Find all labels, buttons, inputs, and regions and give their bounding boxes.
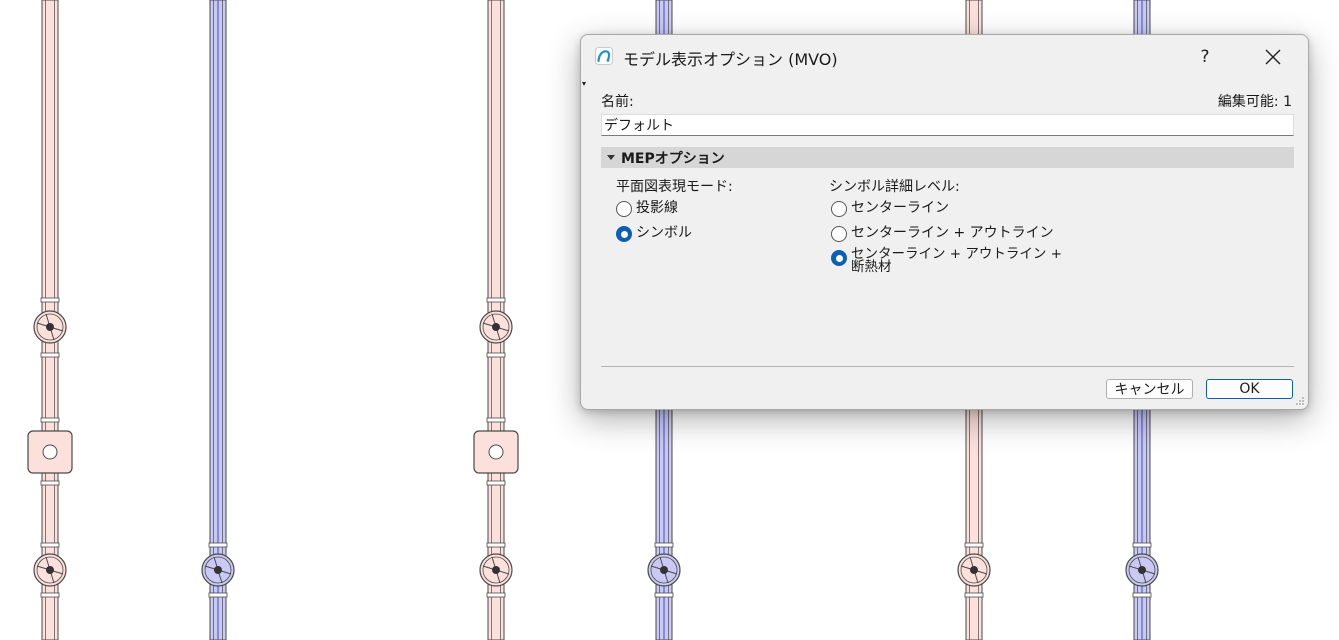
plan-mode-label: 平面図表現モード: xyxy=(616,179,733,195)
symbol-detail-option-outline[interactable]: センターライン + アウトライン xyxy=(831,225,1054,242)
app-logo-icon xyxy=(595,47,613,65)
plan-mode-option-symbol[interactable]: シンボル xyxy=(616,225,692,242)
collapse-marker-icon xyxy=(582,82,586,86)
name-input[interactable] xyxy=(601,114,1294,136)
radio-unchecked-icon[interactable] xyxy=(616,201,632,217)
option-label: センターライン xyxy=(851,200,949,216)
radio-checked-icon[interactable] xyxy=(831,250,847,266)
return-pipe xyxy=(201,0,235,640)
help-button[interactable]: ? xyxy=(1187,41,1223,73)
plan-mode-option-projection[interactable]: 投影線 xyxy=(616,200,678,217)
radio-unchecked-icon[interactable] xyxy=(831,201,847,217)
cancel-button[interactable]: キャンセル xyxy=(1106,379,1193,399)
mep-options-section-header[interactable]: MEPオプション xyxy=(601,147,1294,168)
supply-pipe xyxy=(473,0,519,640)
symbol-detail-label: シンボル詳細レベル: xyxy=(829,179,960,195)
symbol-detail-option-insulation[interactable]: センターライン + アウトライン + 断熱材 xyxy=(831,246,1077,275)
option-label: センターライン + アウトライン xyxy=(851,225,1054,241)
symbol-detail-option-centerline[interactable]: センターライン xyxy=(831,200,949,217)
dialog-title: モデル表示オプション (MVO) xyxy=(623,50,838,69)
option-label: シンボル xyxy=(636,225,692,241)
dialog-titlebar[interactable]: モデル表示オプション (MVO) ? xyxy=(581,35,1308,79)
name-label: 名前: xyxy=(601,94,634,110)
section-title: MEPオプション xyxy=(621,150,725,167)
supply-pipe xyxy=(27,0,73,640)
option-label: センターライン + アウトライン + 断熱材 xyxy=(851,246,1062,275)
radio-unchecked-icon[interactable] xyxy=(831,226,847,242)
option-label: 投影線 xyxy=(636,200,678,216)
resize-grip-icon[interactable] xyxy=(1295,396,1305,406)
close-button[interactable] xyxy=(1253,41,1293,73)
close-icon xyxy=(1265,49,1281,65)
expand-triangle-icon xyxy=(607,155,615,160)
radio-checked-icon[interactable] xyxy=(616,226,632,242)
footer-divider xyxy=(601,366,1294,367)
mvo-dialog: モデル表示オプション (MVO) ? 名前: 編集可能: 1 MEPオプション … xyxy=(580,34,1309,410)
ok-button[interactable]: OK xyxy=(1206,379,1293,399)
editable-count-label: 編集可能: 1 xyxy=(1217,94,1292,110)
